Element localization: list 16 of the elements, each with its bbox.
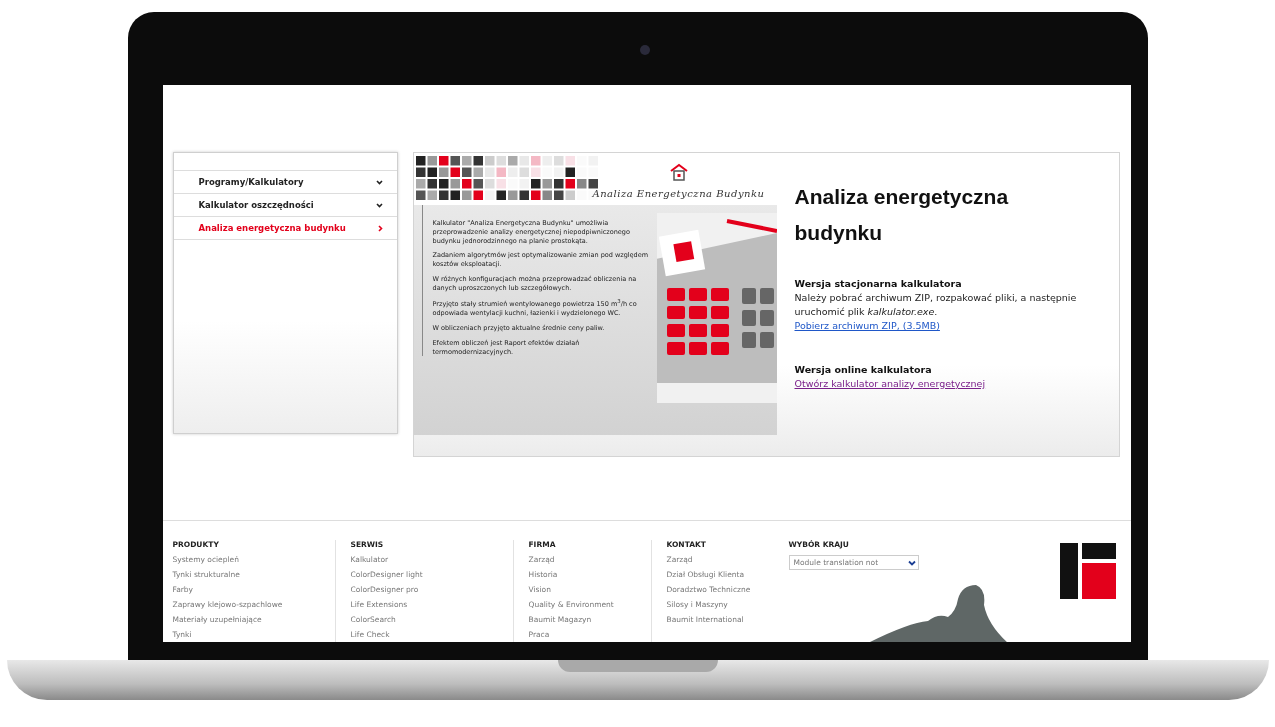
- section-text: Należy pobrać archiwum ZIP, rozpakować pliki, a następnie uruchomić plik kalkulator.exe.: [794, 291, 1078, 319]
- house-icon: [669, 163, 688, 181]
- brand-logo: [1057, 541, 1118, 601]
- section-heading: Wersja stacjonarna kalkulatora: [794, 277, 963, 291]
- section-heading: Wersja online kalkulatora: [794, 363, 933, 377]
- page-title: Analiza energetyczna budynku: [794, 184, 1010, 246]
- chevron-down-icon: [375, 202, 383, 208]
- sidebar-item[interactable]: Kalkulator oszczędności: [173, 193, 397, 216]
- sidebar-item[interactable]: Analiza energetyczna budynku: [173, 216, 397, 240]
- download-link[interactable]: Otwórz kalkulator analizy energetycznej: [794, 378, 986, 389]
- chevron-down-icon: [375, 179, 383, 185]
- banner-title: Analiza Energetyczna Budynku: [592, 188, 765, 199]
- download-link[interactable]: Pobierz archiwum ZIP, (3.5MB): [794, 320, 940, 331]
- camera-icon: [639, 45, 650, 55]
- sidebar-item[interactable]: Programy/Kalkulatory: [173, 170, 397, 193]
- chevron-right-icon: [377, 224, 383, 232]
